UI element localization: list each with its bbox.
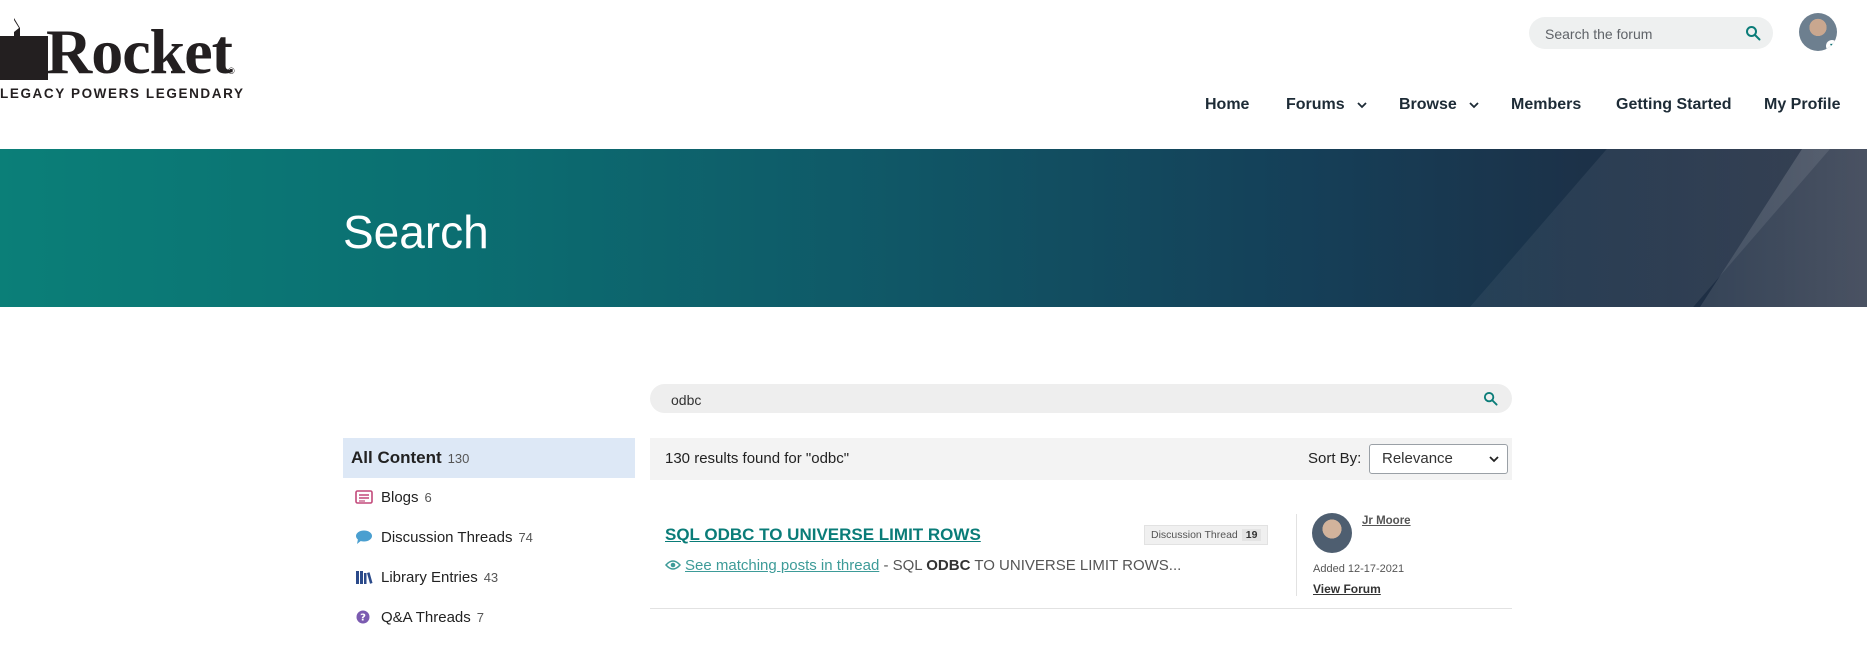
result-snippet: See matching posts in thread - SQL ODBC … — [665, 557, 1181, 574]
logo-wordmark: Rocket — [46, 16, 233, 87]
blog-icon — [355, 490, 373, 504]
forum-search-input[interactable] — [1543, 17, 1747, 51]
search-icon[interactable] — [1483, 391, 1498, 406]
filter-label: All Content — [351, 448, 442, 467]
sort-select[interactable]: Relevance — [1369, 444, 1508, 474]
page-title: Search — [343, 206, 489, 258]
library-books-icon — [356, 571, 373, 584]
filter-label: Q&A Threads — [381, 609, 471, 626]
user-avatar[interactable]: ▾ — [1799, 13, 1837, 51]
rocket-logo[interactable]: Rocket ® LEGACY POWERS LEGENDARY — [0, 12, 243, 102]
search-result: SQL ODBC TO UNIVERSE LIMIT ROWS Discussi… — [650, 510, 1512, 609]
filter-discussion-threads[interactable]: Discussion Threads 74 — [343, 518, 635, 558]
filter-library-entries[interactable]: Library Entries 43 — [343, 558, 635, 598]
see-matching-posts-link[interactable]: See matching posts in thread — [685, 557, 879, 574]
nav-members-label: Members — [1511, 96, 1582, 113]
forum-search-box — [1529, 17, 1773, 51]
nav-my-profile[interactable]: My Profile — [1764, 96, 1840, 114]
snippet-prefix: - SQL — [879, 557, 927, 574]
result-type-badge: Discussion Thread 19 — [1144, 525, 1269, 545]
nav-home-label: Home — [1205, 96, 1250, 113]
author-name-link[interactable]: Jr Moore — [1362, 515, 1411, 527]
rocket-logo-mark-icon — [0, 18, 48, 80]
divider — [1296, 514, 1297, 596]
filter-count: 130 — [447, 451, 470, 466]
nav-forums[interactable]: Forums — [1286, 96, 1367, 114]
eye-icon — [665, 560, 681, 570]
chevron-down-icon: ▾ — [1826, 40, 1837, 51]
question-icon: ? — [356, 610, 370, 624]
site-header: Rocket ® LEGACY POWERS LEGENDARY ▾ Home … — [0, 0, 1867, 149]
nav-members[interactable]: Members — [1511, 96, 1581, 114]
chevron-down-icon — [1489, 456, 1499, 463]
hero-banner: Search — [0, 149, 1867, 307]
nav-my-profile-label: My Profile — [1764, 96, 1841, 113]
main-search-input[interactable] — [669, 384, 1453, 415]
search-icon[interactable] — [1745, 25, 1761, 41]
filter-count: 7 — [476, 610, 485, 625]
filter-count: 6 — [424, 490, 432, 505]
filter-label: Blogs — [381, 489, 419, 506]
nav-home[interactable]: Home — [1205, 96, 1249, 114]
main-search-box — [650, 384, 1512, 415]
sort-label: Sort By: — [1308, 450, 1362, 467]
results-summary: 130 results found for "odbc" — [665, 450, 850, 467]
filter-blogs[interactable]: Blogs 6 — [343, 478, 635, 518]
filter-count: 43 — [483, 570, 499, 585]
snippet-suffix: TO UNIVERSE LIMIT ROWS... — [970, 557, 1182, 574]
filter-all-content[interactable]: All Content 130 — [343, 438, 635, 478]
result-reply-count: 19 — [1241, 529, 1262, 541]
main-nav: Home Forums Browse Members Getting Start… — [0, 96, 1867, 118]
nav-getting-started-label: Getting Started — [1616, 96, 1732, 113]
filter-label: Discussion Threads — [381, 529, 513, 546]
snippet-highlight: ODBC — [926, 557, 971, 574]
result-type-label: Discussion Thread — [1151, 529, 1238, 541]
svg-text:?: ? — [360, 613, 366, 624]
registered-mark: ® — [228, 66, 235, 76]
result-title-link[interactable]: SQL ODBC TO UNIVERSE LIMIT ROWS — [665, 525, 981, 545]
chevron-down-icon — [1469, 102, 1479, 109]
content-type-filter: All Content 130 Blogs 6 Discussion Threads… — [343, 438, 635, 638]
chat-bubble-icon — [356, 530, 372, 544]
filter-label: Library Entries — [381, 569, 478, 586]
chevron-down-icon — [1357, 102, 1367, 109]
nav-browse-label: Browse — [1399, 96, 1457, 113]
sort-value: Relevance — [1382, 450, 1453, 467]
nav-browse[interactable]: Browse — [1399, 96, 1479, 114]
added-date: Added 12-17-2021 — [1313, 563, 1405, 575]
nav-forums-label: Forums — [1286, 96, 1345, 113]
view-forum-link[interactable]: View Forum — [1313, 582, 1381, 596]
filter-count: 74 — [518, 530, 533, 545]
nav-getting-started[interactable]: Getting Started — [1616, 96, 1732, 114]
filter-qa-threads[interactable]: ? Q&A Threads 7 — [343, 598, 635, 638]
results-toolbar: 130 results found for "odbc" Sort By: Re… — [650, 438, 1512, 480]
author-avatar[interactable] — [1312, 513, 1352, 553]
